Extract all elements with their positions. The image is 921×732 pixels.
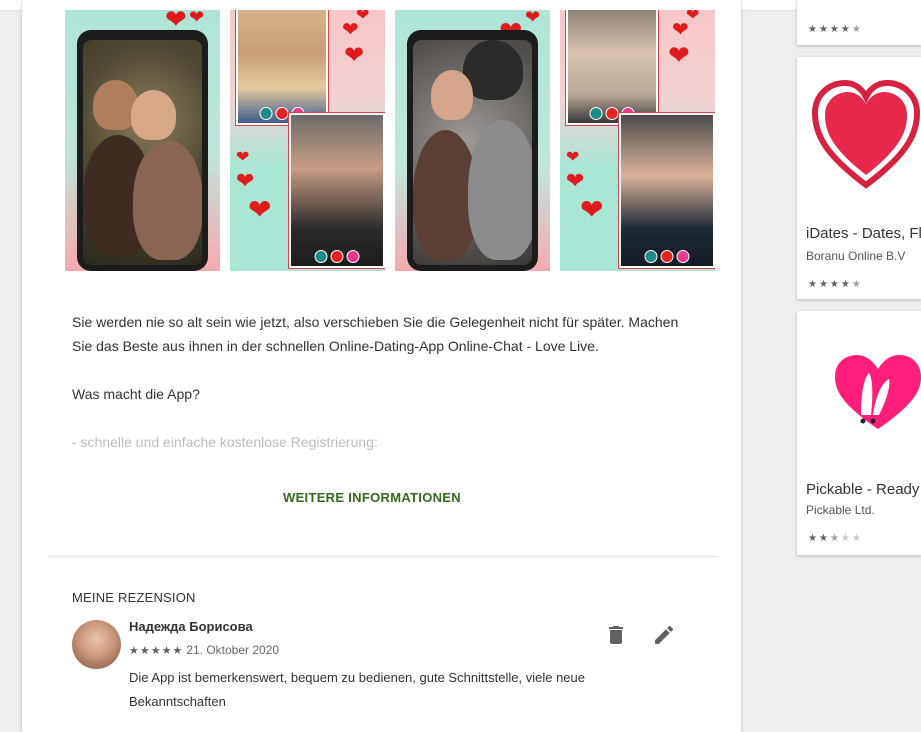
heart-decoration: ❤ bbox=[189, 10, 205, 27]
app-description: Sie werden nie so alt sein wie jetzt, al… bbox=[72, 310, 692, 478]
caller-photo-man bbox=[618, 112, 715, 269]
description-paragraph: Was macht die App? bbox=[72, 386, 200, 402]
app-rating-stars: ★★★★★ bbox=[808, 533, 863, 544]
call-controls bbox=[314, 250, 360, 263]
heart-decoration: ❤ bbox=[566, 168, 585, 193]
review-meta: ★★★★★ 21. Oktober 2020 bbox=[129, 643, 279, 657]
app-rating-stars: ★★★★★ bbox=[808, 279, 863, 290]
heart-decoration: ❤ bbox=[356, 10, 370, 24]
heart-decoration: ❤ bbox=[344, 42, 365, 69]
heart-decoration: ❤ bbox=[236, 149, 250, 166]
caller-photo-woman bbox=[565, 10, 659, 126]
reviewer-name: Надежда Борисова bbox=[129, 619, 253, 634]
similar-app-card[interactable]: Pickable - Ready Pickable Ltd. ★★★★★ bbox=[797, 311, 921, 555]
similar-app-card[interactable]: ★★★★★ bbox=[797, 0, 921, 45]
review-date: 21. Oktober 2020 bbox=[186, 643, 280, 657]
divider bbox=[48, 556, 718, 557]
review-stars: ★★★★★ bbox=[129, 644, 184, 657]
heart-decoration: ❤ bbox=[248, 194, 272, 225]
screenshot-3[interactable]: ❤ ❤ bbox=[395, 10, 550, 271]
heart-decoration: ❤ bbox=[686, 10, 700, 24]
description-paragraph-faded: - schnelle und einfache kostenlose Regis… bbox=[72, 434, 378, 450]
call-controls bbox=[644, 250, 690, 263]
heart-decoration: ❤ bbox=[668, 40, 690, 70]
screenshot-2[interactable]: ❤ ❤ ❤ ❤ ❤ ❤ bbox=[230, 10, 385, 271]
avatar bbox=[72, 620, 121, 669]
caller-photo-woman bbox=[235, 10, 329, 126]
phone-frame bbox=[407, 30, 538, 271]
review-text: Die App ist bemerkenswert, bequem zu bed… bbox=[129, 670, 585, 709]
screenshot-4[interactable]: ❤ ❤ ❤ ❤ ❤ ❤ bbox=[560, 10, 715, 271]
more-info-button[interactable]: WEITERE INFORMATIONEN bbox=[277, 490, 467, 505]
pencil-icon[interactable] bbox=[652, 623, 676, 647]
phone-frame bbox=[77, 30, 208, 271]
my-review-heading: MEINE REZENSION bbox=[72, 590, 196, 605]
heart-decoration: ❤ bbox=[580, 194, 604, 225]
caller-photo-man bbox=[288, 112, 385, 269]
similar-app-card[interactable]: iDates - Dates, Fl Boranu Online B.V ★★★… bbox=[797, 57, 921, 299]
trash-icon[interactable] bbox=[604, 623, 628, 647]
couple-photo bbox=[83, 40, 202, 265]
screenshot-1[interactable]: ❤ ❤ ❤ bbox=[65, 10, 220, 271]
app-developer[interactable]: Pickable Ltd. bbox=[806, 503, 875, 517]
app-detail-card: ❤ ❤ ❤ ❤ ❤ ❤ ❤ ❤ ❤ ❤ ❤ ❤ ❤ ❤ ❤ Sie werden… bbox=[22, 0, 741, 732]
app-title[interactable]: Pickable - Ready bbox=[806, 481, 919, 498]
description-paragraph: Sie werden nie so alt sein wie jetzt, al… bbox=[72, 314, 679, 354]
app-developer[interactable]: Boranu Online B.V bbox=[806, 249, 905, 263]
red-heart-icon bbox=[811, 77, 921, 202]
app-title[interactable]: iDates - Dates, Fl bbox=[806, 225, 921, 242]
heart-decoration: ❤ bbox=[525, 10, 541, 27]
heart-decoration: ❤ bbox=[236, 168, 255, 193]
couple-photo bbox=[413, 40, 532, 265]
pink-bunny-heart-icon bbox=[833, 353, 921, 438]
app-rating-stars: ★★★★★ bbox=[808, 24, 863, 35]
heart-decoration: ❤ bbox=[566, 149, 580, 166]
